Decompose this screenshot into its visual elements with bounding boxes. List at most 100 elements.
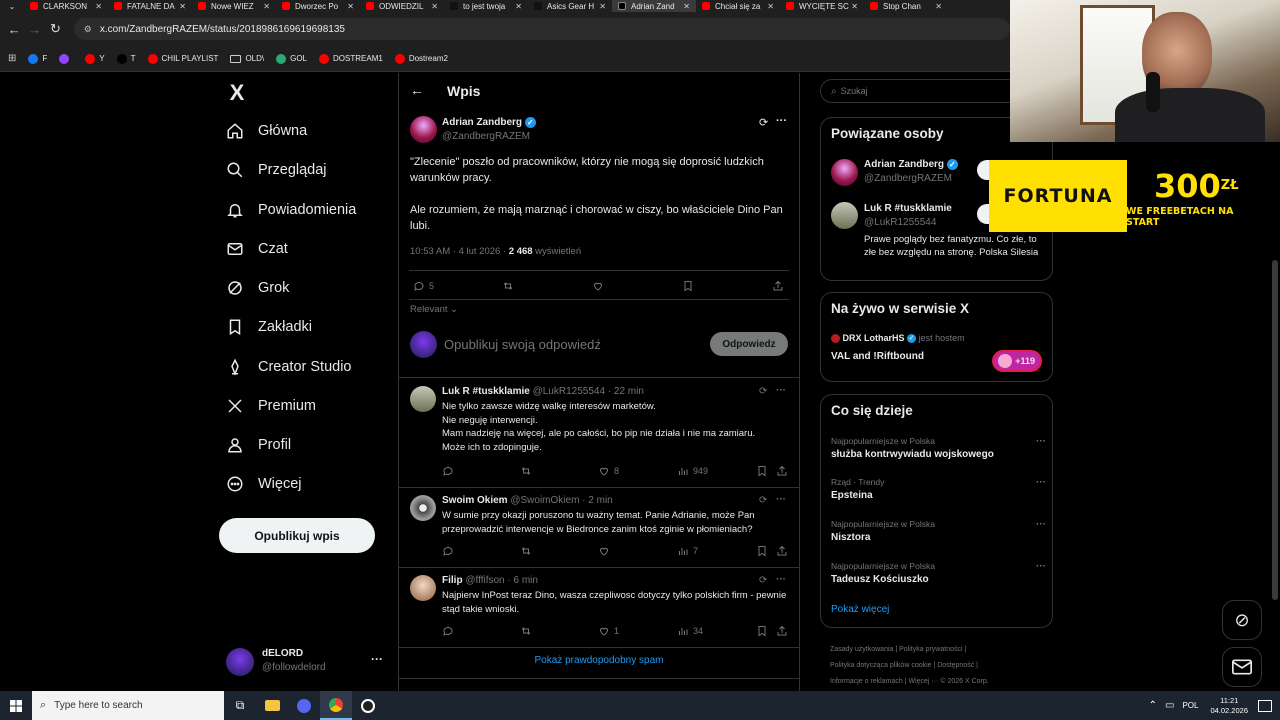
views-action[interactable]: 34	[677, 625, 703, 637]
related-avatar[interactable]	[831, 202, 858, 229]
grok-explain-icon[interactable]: ⟳	[759, 575, 767, 586]
reply-action[interactable]	[442, 625, 458, 637]
browser-tab[interactable]: FATALNE DA ✕	[108, 0, 192, 12]
url-field[interactable]: ⚙ x.com/ZandbergRAZEM/status/20189861696…	[73, 18, 1010, 40]
views-action[interactable]: 949	[677, 465, 708, 477]
browser-tab[interactable]: WYCIĘTE SC ✕	[780, 0, 864, 12]
grok-floating-button[interactable]: ⊘	[1222, 600, 1262, 640]
footer-line[interactable]: Zasady użytkowania | Polityka prywatnośc…	[830, 642, 1040, 658]
reload-icon[interactable]: ↻	[45, 21, 66, 37]
reply-action[interactable]	[442, 465, 458, 477]
bookmark-item[interactable]: OLD\	[230, 54, 264, 63]
tray-chevron-icon[interactable]: ⌃	[1149, 700, 1157, 711]
browser-tab[interactable]: Chciał się za ✕	[696, 0, 780, 12]
browser-tab[interactable]: Dworzec Po ✕	[276, 0, 360, 12]
tab-close-icon[interactable]: ✕	[851, 2, 858, 11]
browser-tab[interactable]: to jest twoja ✕	[444, 0, 528, 12]
share-action[interactable]	[772, 280, 784, 292]
nav-item[interactable]: Czat	[226, 240, 288, 258]
tab-close-icon[interactable]: ✕	[95, 2, 102, 11]
like-action[interactable]	[598, 545, 614, 557]
reply-submit-button[interactable]: Odpowiedz	[710, 332, 788, 356]
language-indicator[interactable]: POL	[1182, 701, 1198, 710]
trend-item[interactable]: Najpopularniejsze w Polska Tadeusz Kościu…	[831, 561, 1046, 595]
tab-close-icon[interactable]: ✕	[179, 2, 186, 11]
tab-close-icon[interactable]: ✕	[515, 2, 522, 11]
x-logo[interactable]: X	[226, 80, 248, 106]
author-handle[interactable]: @ZandbergRAZEM	[442, 131, 530, 142]
tab-close-icon[interactable]: ✕	[935, 2, 942, 11]
repost-action[interactable]	[502, 280, 514, 292]
post-button[interactable]: Opublikuj wpis	[219, 518, 375, 553]
author-name[interactable]: Adrian Zandberg	[442, 117, 522, 128]
file-explorer-icon[interactable]	[256, 700, 288, 711]
forward-icon[interactable]: →	[25, 22, 46, 37]
nav-item[interactable]: Profil	[226, 436, 291, 454]
trend-item[interactable]: Najpopularniejsze w Polska służba kontrwy…	[831, 436, 1046, 470]
grok-explain-icon[interactable]: ⟳	[759, 495, 767, 506]
chrome-icon[interactable]	[320, 691, 352, 720]
related-name[interactable]: Luk R #tuskklamie	[864, 203, 952, 214]
bookmark-action[interactable]	[756, 625, 768, 637]
bookmark-item[interactable]: DOSTREAM1	[319, 53, 383, 64]
obs-icon[interactable]	[352, 698, 384, 713]
share-action[interactable]	[776, 545, 788, 557]
reply-item[interactable]: Luk R #tuskklamie @LukR1255544 · 22 min ⟳…	[399, 378, 799, 488]
reply-author[interactable]: Luk R #tuskklamie	[442, 386, 530, 397]
author-avatar[interactable]	[410, 116, 437, 143]
share-action[interactable]	[776, 625, 788, 637]
trend-more-icon[interactable]: ···	[1036, 477, 1046, 488]
bookmark-item[interactable]: CHIL PLAYLIST	[147, 53, 218, 64]
scrollbar[interactable]	[1272, 260, 1278, 600]
reply-action[interactable]: 5	[413, 280, 434, 292]
post-time[interactable]: 10:53 AM · 4 lut 2026 ·	[410, 246, 509, 257]
bookmark-item[interactable]: Dostream2	[394, 53, 448, 64]
search-box[interactable]: ⌕ Szukaj	[820, 79, 1020, 103]
notification-icon[interactable]	[1258, 699, 1272, 712]
start-icon[interactable]	[0, 699, 32, 712]
reply-action[interactable]	[442, 545, 458, 557]
reply-avatar[interactable]	[410, 495, 436, 521]
apps-icon[interactable]: ⊞	[8, 53, 16, 64]
live-host[interactable]: DRX LotharHS	[843, 333, 905, 343]
share-action[interactable]	[776, 465, 788, 477]
reply-input[interactable]: Opublikuj swoją odpowiedź	[444, 337, 601, 352]
bookmark-action[interactable]	[756, 545, 768, 557]
tab-search-dropdown[interactable]: ⌄	[0, 0, 24, 12]
bookmark-item[interactable]: F	[28, 53, 47, 64]
task-view-icon[interactable]: ⧉	[224, 698, 256, 713]
browser-tab[interactable]: ODWIEDZIL ✕	[360, 0, 444, 12]
repost-action[interactable]	[520, 465, 536, 477]
nav-item[interactable]: Grok	[226, 279, 289, 297]
trend-item[interactable]: Najpopularniejsze w Polska Nisztora ···	[831, 519, 1046, 553]
taskbar-search[interactable]: ⌕ Type here to search	[32, 691, 224, 720]
tab-close-icon[interactable]: ✕	[599, 2, 606, 11]
reply-more-icon[interactable]: ···	[776, 385, 786, 396]
live-space-title[interactable]: VAL and !Riftbound	[831, 351, 924, 362]
reply-author[interactable]: Swoim Okiem	[442, 495, 508, 506]
nav-item[interactable]: Powiadomienia	[226, 201, 356, 219]
grok-explain-icon[interactable]: ⟳	[759, 116, 768, 129]
trend-item[interactable]: Rząd · Trendy Epsteina ···	[831, 477, 1046, 511]
nav-item[interactable]: Zakładki	[226, 318, 312, 336]
like-action[interactable]: 8	[598, 465, 619, 477]
views-action[interactable]: 7	[677, 545, 698, 557]
bookmark-item[interactable]: Y	[85, 53, 105, 64]
bookmark-item[interactable]	[59, 53, 73, 64]
network-icon[interactable]: ▭	[1165, 700, 1174, 711]
footer-line[interactable]: Polityka dotycząca plików cookie | Dostę…	[830, 658, 1040, 674]
footer-line[interactable]: Informacje o reklamach | Więcej ··· © 20…	[830, 674, 1040, 690]
related-avatar[interactable]	[831, 159, 858, 186]
browser-tab[interactable]: CLARKSON ✕	[24, 0, 108, 12]
discord-icon[interactable]	[288, 698, 320, 713]
tab-close-icon[interactable]: ✕	[767, 2, 774, 11]
like-action[interactable]	[592, 280, 608, 292]
trend-more-icon[interactable]: ···	[1036, 519, 1046, 530]
clock[interactable]: 11:21 04.02.2026	[1210, 696, 1248, 716]
browser-tab[interactable]: Nowe WIEZ ✕	[192, 0, 276, 12]
reply-author[interactable]: Filip	[442, 575, 463, 586]
grok-explain-icon[interactable]: ⟳	[759, 386, 767, 397]
tab-close-icon[interactable]: ✕	[431, 2, 438, 11]
nav-item[interactable]: Premium	[226, 397, 316, 415]
tab-close-icon[interactable]: ✕	[347, 2, 354, 11]
